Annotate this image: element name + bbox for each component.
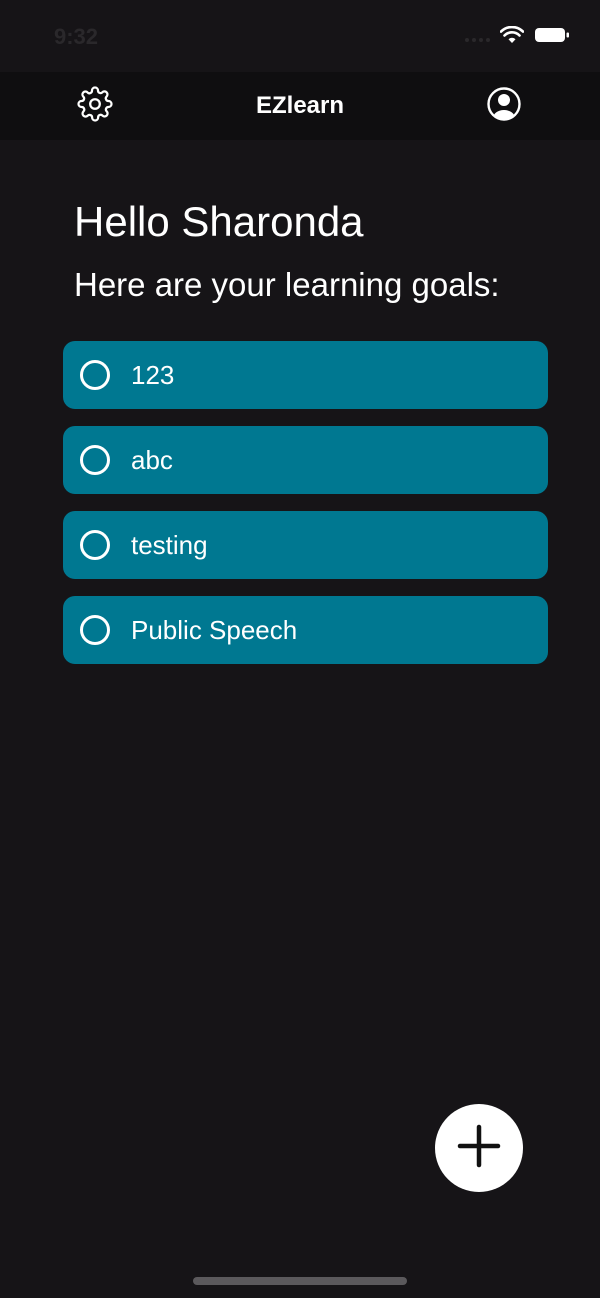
nav-bar: EZlearn — [0, 72, 600, 140]
goal-item[interactable]: 123 — [63, 341, 548, 409]
goals-list: 123 abc testing Public Speech — [63, 341, 548, 681]
profile-button[interactable] — [486, 86, 522, 127]
add-goal-button[interactable] — [435, 1104, 523, 1192]
status-time: 9:32 — [54, 24, 99, 49]
status-bar: 9:32 — [0, 0, 600, 72]
signal-icon — [464, 27, 490, 48]
wifi-icon — [499, 25, 525, 49]
goal-label: Public Speech — [131, 614, 298, 645]
checkbox-circle-icon[interactable] — [80, 530, 110, 560]
home-indicator[interactable] — [193, 1277, 407, 1285]
user-circle-icon — [486, 86, 522, 127]
battery-icon — [534, 26, 570, 49]
goal-item[interactable]: abc — [63, 426, 548, 494]
goal-label: 123 — [131, 359, 175, 390]
checkbox-circle-icon[interactable] — [80, 360, 110, 390]
goals-subtitle: Here are your learning goals: — [74, 266, 500, 303]
checkbox-circle-icon[interactable] — [80, 445, 110, 475]
goal-label: abc — [131, 444, 173, 475]
goal-item[interactable]: Public Speech — [63, 596, 548, 664]
plus-icon — [457, 1124, 501, 1173]
greeting-heading: Hello Sharonda — [74, 198, 364, 245]
checkbox-circle-icon[interactable] — [80, 615, 110, 645]
status-icons — [464, 25, 570, 49]
goal-label: testing — [131, 529, 208, 560]
goal-item[interactable]: testing — [63, 511, 548, 579]
